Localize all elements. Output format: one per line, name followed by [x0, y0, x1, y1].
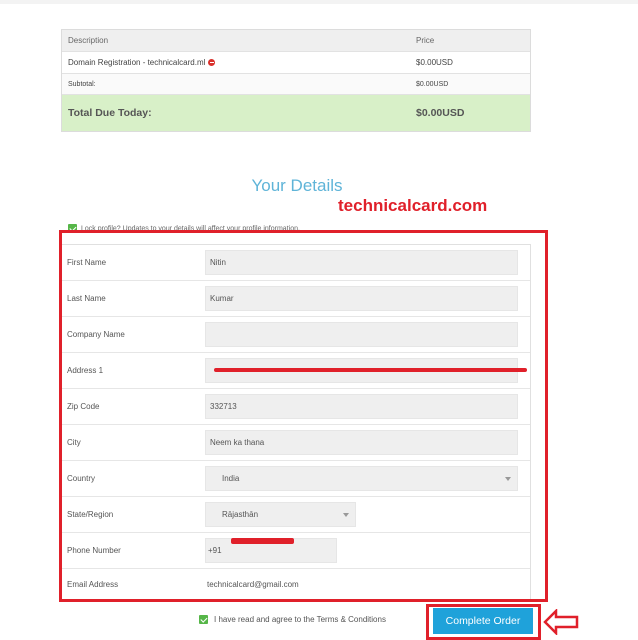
terms-agreement[interactable]: I have read and agree to the Terms & Con…	[199, 615, 386, 625]
section-title: Your Details	[251, 176, 343, 195]
summary-item-price: $0.00USD	[416, 58, 453, 67]
terms-label: I have read and agree to the Terms & Con…	[214, 615, 386, 624]
summary-header-price: Price	[416, 36, 435, 45]
total-label: Total Due Today:	[68, 107, 152, 119]
summary-item-name: Domain Registration - technicalcard.ml	[68, 58, 206, 67]
details-highlight-box	[59, 230, 548, 602]
remove-icon[interactable]	[208, 59, 216, 66]
summary-subtotal-row: Subtotal: $0.00USD	[62, 74, 530, 95]
arrow-left-icon	[543, 609, 579, 635]
top-strip	[0, 0, 638, 4]
button-highlight-box	[426, 604, 541, 640]
summary-total-row: Total Due Today: $0.00USD	[62, 95, 530, 131]
terms-checkbox[interactable]	[199, 615, 208, 625]
subtotal-label: Subtotal:	[68, 80, 96, 88]
summary-header-row: Description Price	[62, 30, 530, 52]
watermark-text: technicalcard.com	[338, 196, 488, 215]
summary-item-row: Domain Registration - technicalcard.ml $…	[62, 52, 530, 74]
order-summary-table: Description Price Domain Registration - …	[61, 29, 531, 132]
summary-header-description: Description	[68, 36, 109, 45]
subtotal-price: $0.00USD	[416, 80, 449, 88]
total-price: $0.00USD	[416, 107, 465, 119]
